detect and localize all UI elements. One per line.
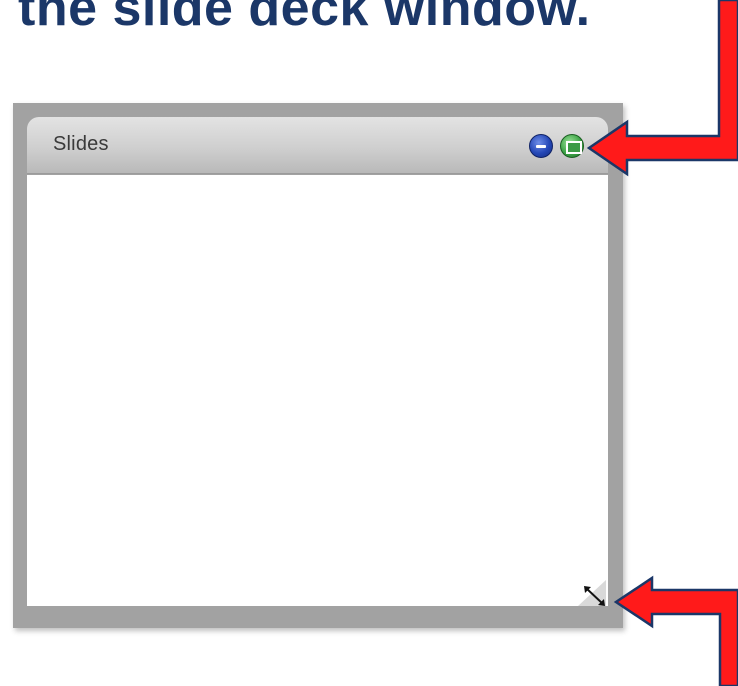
maximize-icon bbox=[566, 141, 582, 154]
minimize-button[interactable] bbox=[529, 134, 553, 158]
pointer-arrow-to-window-buttons bbox=[586, 0, 738, 177]
pointer-arrow-to-resize-handle bbox=[613, 575, 738, 686]
slides-content-area bbox=[27, 175, 608, 606]
instruction-heading: the slide deck window. bbox=[18, 0, 591, 37]
maximize-button[interactable] bbox=[560, 134, 584, 158]
resize-handle[interactable] bbox=[574, 580, 606, 606]
window-title: Slides bbox=[53, 133, 109, 155]
resize-diagonal-icon bbox=[578, 580, 606, 606]
slides-window-titlebar[interactable]: Slides bbox=[27, 117, 608, 174]
minimize-icon bbox=[536, 145, 546, 148]
